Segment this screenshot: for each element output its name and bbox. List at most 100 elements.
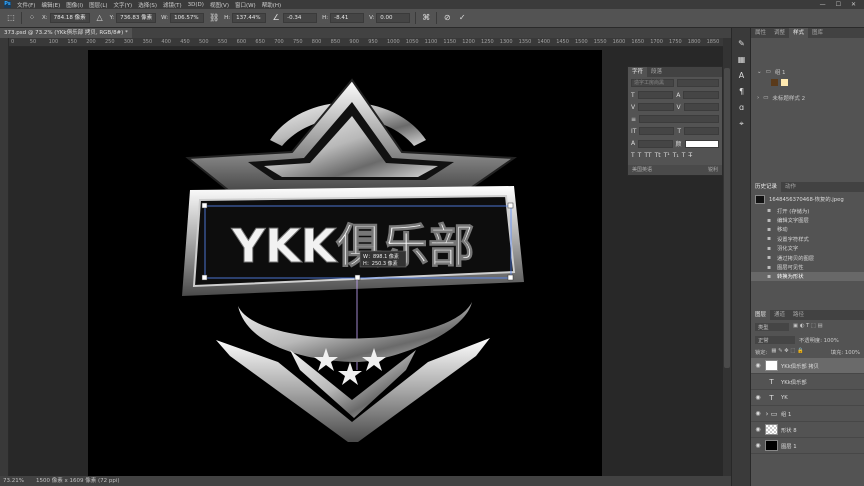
scrollbar-thumb[interactable] [724, 68, 730, 368]
chevron-right-icon[interactable]: › [757, 95, 759, 101]
faux-bold-button[interactable]: T [631, 152, 635, 159]
maximize-icon[interactable]: ☐ [836, 1, 841, 8]
reference-point-icon[interactable]: ⁘ [27, 13, 37, 23]
zoom-level[interactable]: 73.21% [3, 476, 24, 486]
tab-adjustments[interactable]: 调整 [770, 28, 789, 38]
tab-history[interactable]: 历史记录 [751, 182, 782, 192]
kerning-input[interactable] [638, 103, 674, 111]
menu-type[interactable]: 文字(Y) [114, 1, 133, 9]
style-swatch[interactable] [771, 79, 778, 86]
x-input[interactable]: 784.18 像素 [49, 13, 90, 23]
transform-handle[interactable] [201, 274, 208, 281]
menu-layer[interactable]: 图层(L) [89, 1, 107, 9]
visibility-eye-icon[interactable]: ◉ [754, 362, 762, 369]
tab-character[interactable]: 字符 [628, 67, 648, 77]
delta-icon[interactable]: △ [95, 13, 105, 23]
chevron-down-icon[interactable]: ⌄ [757, 69, 762, 75]
layer-name[interactable]: 组 1 [781, 410, 791, 418]
menu-image[interactable]: 图像(I) [66, 1, 83, 9]
menu-select[interactable]: 选择(S) [138, 1, 157, 9]
layer-row[interactable]: ◉ T YK [751, 390, 864, 406]
paragraph-icon[interactable]: ¶ [736, 86, 747, 97]
tab-properties[interactable]: 属性 [751, 28, 770, 38]
font-style-select[interactable] [676, 79, 719, 87]
close-icon[interactable]: ✕ [851, 1, 856, 8]
minimize-icon[interactable]: — [820, 1, 826, 8]
cancel-transform-icon[interactable]: ⊘ [442, 13, 452, 23]
hskew-input[interactable]: -8.41 [330, 13, 365, 23]
visibility-eye-icon[interactable]: ◉ [754, 442, 762, 449]
superscript-button[interactable]: T¹ [664, 152, 670, 159]
angle-input[interactable]: -0.34 [283, 13, 318, 23]
menu-window[interactable]: 窗口(W) [235, 1, 256, 9]
font-family-select[interactable]: 造字工房尚黑 [631, 79, 674, 87]
tab-layers[interactable]: 图层 [751, 310, 771, 320]
menu-edit[interactable]: 编辑(E) [41, 1, 60, 9]
h-input[interactable]: 137.44% [232, 13, 267, 23]
underline-button[interactable]: T [682, 152, 686, 159]
vertical-scale-input[interactable] [639, 127, 675, 135]
commit-transform-icon[interactable]: ✓ [457, 13, 467, 23]
layer-kind-filter[interactable]: 类型 [755, 323, 789, 331]
fill-field[interactable]: 填充: 100% [831, 348, 860, 356]
language-select[interactable]: 美国英语 [632, 165, 652, 175]
filter-icons[interactable]: ▣ ◐ T ⬚ ▤ [793, 323, 823, 331]
history-item[interactable]: ▪ 转换为形状 [751, 271, 864, 282]
history-item[interactable]: ▪ 图层可见性 [751, 262, 864, 272]
strikethrough-button[interactable]: T̶ [688, 152, 692, 159]
w-input[interactable]: 106.57% [170, 13, 205, 23]
visibility-eye-icon[interactable]: ◉ [754, 394, 762, 401]
transform-tool-icon[interactable]: ⬚ [6, 13, 16, 23]
tracking-input[interactable] [683, 103, 719, 111]
transform-handle[interactable] [354, 274, 361, 281]
vertical-ruler[interactable] [0, 38, 9, 476]
horizontal-ruler[interactable]: 0 50 100 150 200 250 300 350 400 450 500 550 600 650 7… [9, 38, 723, 47]
style-group-1[interactable]: ⌄ ▭ 组 1 [751, 38, 864, 76]
history-item[interactable]: ▪ 编辑文字图层 [751, 215, 864, 225]
canvas-workspace[interactable]: YKK俱乐部 W：898.1 像素 H：250.3 像素 [9, 47, 723, 476]
subscript-button[interactable]: T₁ [673, 152, 679, 159]
menu-help[interactable]: 帮助(H) [262, 1, 281, 9]
layer-name[interactable]: YK [781, 395, 788, 401]
history-item[interactable]: ▪ 打开 (存储为) [751, 206, 864, 215]
lock-icons[interactable]: ▦ ✎ ✥ ⬚ 🔒 [771, 348, 803, 356]
history-item[interactable]: ▪ 移动 [751, 225, 864, 234]
layer-name[interactable]: 形状 8 [781, 426, 797, 434]
character-icon[interactable]: A [736, 70, 747, 81]
menu-view[interactable]: 视图(V) [210, 1, 229, 9]
layer-row[interactable]: ◉ › ▭ 组 1 [751, 406, 864, 422]
antialias-select[interactable]: 锐利 [708, 165, 718, 175]
layer-row[interactable]: ◉ 图层 1 [751, 438, 864, 454]
y-input[interactable]: 736.83 像素 [116, 13, 157, 23]
horizontal-scale-input[interactable] [684, 127, 720, 135]
opacity-field[interactable]: 不透明度: 100% [799, 336, 839, 344]
blend-mode-select[interactable]: 正常 [755, 336, 795, 344]
link-icon[interactable]: ⛓ [209, 13, 219, 23]
menu-3d[interactable]: 3D(D) [188, 2, 204, 8]
font-size-input[interactable] [637, 91, 674, 99]
leading-input[interactable] [683, 91, 719, 99]
history-snapshot[interactable]: 1648456370468-恢复的.jpeg [751, 192, 864, 206]
history-item[interactable]: ▪ 设置字符样式 [751, 234, 864, 243]
history-item[interactable]: ▪ 羽化文字 [751, 244, 864, 253]
document-canvas[interactable]: YKK俱乐部 W：898.1 像素 H：250.3 像素 [88, 50, 602, 476]
tab-libraries[interactable]: 图库 [808, 28, 827, 38]
swatches-icon[interactable]: ▦ [736, 54, 747, 65]
transform-handle[interactable] [507, 202, 514, 209]
document-tab[interactable]: 373.psd @ 73.2% (YKk俱乐部 拷贝, RGB/8#) * [0, 28, 132, 38]
layer-row[interactable]: ◉ YKk俱乐部 拷贝 [751, 358, 864, 374]
visibility-eye-icon[interactable]: ◉ [754, 410, 762, 417]
tab-styles[interactable]: 样式 [789, 28, 809, 38]
text-color-swatch[interactable] [684, 139, 719, 148]
transform-handle[interactable] [201, 202, 208, 209]
brush-icon[interactable]: ✎ [736, 38, 747, 49]
transform-handle[interactable] [507, 274, 514, 281]
menu-file[interactable]: 文件(F) [17, 1, 35, 9]
glyphs-icon[interactable]: ɑ [736, 102, 747, 113]
vertical-scrollbar[interactable] [723, 38, 731, 476]
visibility-eye-icon[interactable]: ◉ [754, 426, 762, 433]
menu-filter[interactable]: 滤镜(T) [163, 1, 182, 9]
tab-paragraph[interactable]: 段落 [647, 67, 666, 77]
small-caps-button[interactable]: Tt [655, 152, 661, 159]
warp-icon[interactable]: ⌘ [421, 13, 431, 23]
